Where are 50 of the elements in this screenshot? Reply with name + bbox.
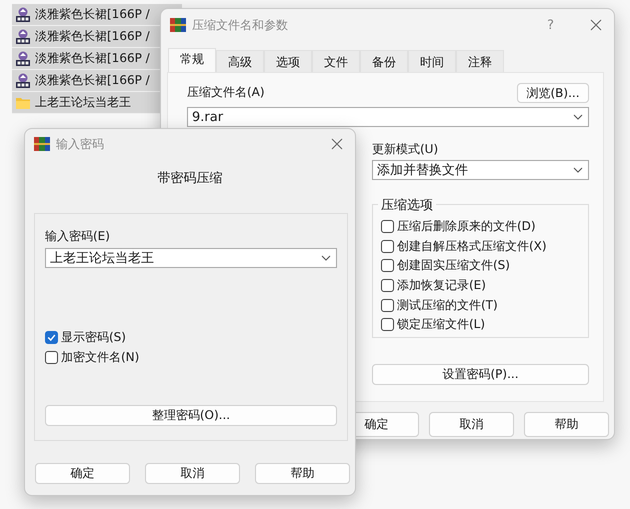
archive-name-field[interactable]: 9.rar — [187, 107, 589, 127]
caret-icon — [573, 114, 583, 120]
dialog-button[interactable]: 帮助 — [524, 412, 609, 437]
tab[interactable]: 备份 — [360, 50, 408, 72]
close-icon[interactable] — [331, 138, 343, 150]
option-checkbox[interactable]: 加密文件名(N) — [45, 348, 337, 368]
tab[interactable]: 时间 — [408, 50, 456, 72]
books-icon — [170, 17, 186, 33]
group-title: 压缩选项 — [378, 196, 436, 214]
archive-icon — [15, 50, 31, 66]
option-checkbox[interactable]: 创建固实压缩文件(S) — [381, 256, 588, 276]
archive-icon — [15, 72, 31, 88]
tab[interactable]: 高级 — [216, 50, 264, 72]
password-label: 输入密码(E) — [45, 228, 111, 245]
option-checkbox[interactable]: 添加恢复记录(E) — [381, 276, 588, 296]
option-checkbox[interactable]: 测试压缩的文件(T) — [381, 295, 588, 315]
option-checkbox[interactable]: 锁定压缩文件(L) — [381, 314, 588, 335]
update-mode-dropdown[interactable]: 添加并替换文件 — [372, 160, 589, 180]
check-icon — [46, 332, 57, 344]
file-name: 淡雅紫色长裙[166P / — [35, 28, 150, 45]
browse-button[interactable]: 浏览(B)... — [517, 83, 589, 103]
file-name: 淡雅紫色长裙[166P / — [35, 72, 150, 89]
dialog-heading: 带密码压缩 — [156, 170, 224, 188]
window-title: 输入密码 — [56, 136, 104, 152]
dialog-button[interactable]: 帮助 — [255, 463, 350, 484]
caret-icon — [573, 167, 583, 173]
caret-icon — [321, 255, 331, 261]
archive-icon — [15, 6, 31, 22]
set-password-button[interactable]: 设置密码(P)... — [372, 364, 589, 385]
close-icon[interactable] — [590, 19, 602, 31]
tab[interactable]: 常规 — [168, 48, 216, 72]
dialog-button[interactable]: 取消 — [145, 463, 240, 484]
dialog-button[interactable]: 取消 — [429, 412, 514, 437]
dialog-button[interactable]: 确定 — [35, 463, 130, 484]
archive-name-label: 压缩文件名(A) — [187, 84, 265, 101]
option-checkbox[interactable]: 创建自解压格式压缩文件(X) — [381, 236, 588, 256]
update-mode-label: 更新模式(U) — [372, 141, 440, 158]
organize-passwords-button[interactable]: 整理密码(O)... — [45, 405, 337, 426]
window-title: 压缩文件名和参数 — [192, 16, 288, 34]
option-checkbox[interactable]: 压缩后删除原来的文件(D) — [381, 217, 588, 237]
tab[interactable]: 选项 — [264, 50, 312, 72]
books-icon — [34, 136, 50, 152]
tab[interactable]: 文件 — [312, 50, 360, 72]
password-field[interactable]: 上老王论坛当老王 — [45, 248, 337, 268]
tab[interactable]: 注释 — [456, 50, 504, 72]
archive-icon — [15, 28, 31, 44]
file-name: 淡雅紫色长裙[166P / — [35, 6, 150, 23]
file-name: 淡雅紫色长裙[166P / — [35, 50, 150, 67]
file-name: 上老王论坛当老王 — [35, 94, 131, 111]
option-checkbox[interactable]: 显示密码(S) — [45, 328, 337, 348]
